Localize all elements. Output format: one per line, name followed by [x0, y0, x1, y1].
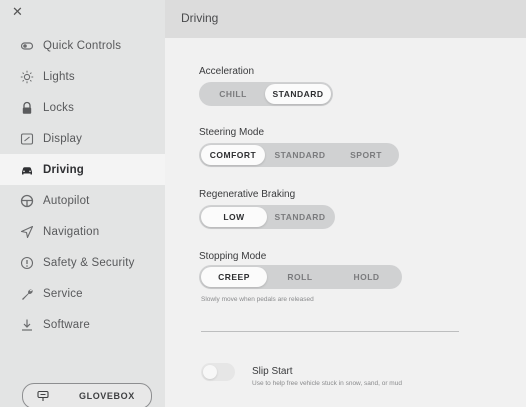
sidebar-item-label: Display: [43, 132, 83, 145]
wrench-icon: [20, 287, 34, 301]
sidebar-item-label: Navigation: [43, 225, 100, 238]
sidebar-item-label: Software: [43, 318, 90, 331]
regen-braking-label: Regenerative Braking: [199, 189, 296, 200]
stopping-mode-selector: CREEP ROLL HOLD: [199, 265, 402, 289]
slip-start-toggle[interactable]: [201, 363, 235, 381]
sidebar-item-lights[interactable]: Lights: [0, 61, 165, 92]
steering-mode-selector: COMFORT STANDARD SPORT: [199, 143, 399, 167]
slip-start-title: Slip Start: [252, 366, 293, 377]
steering-option-sport[interactable]: SPORT: [335, 145, 397, 165]
sidebar-item-service[interactable]: Service: [0, 278, 165, 309]
lock-icon: [20, 101, 34, 115]
close-icon[interactable]: ✕: [12, 5, 23, 18]
acceleration-option-standard[interactable]: STANDARD: [265, 84, 331, 104]
sidebar-item-label: Service: [43, 287, 83, 300]
acceleration-selector: CHILL STANDARD: [199, 82, 333, 106]
steering-wheel-icon: [20, 194, 34, 208]
settings-sidebar: ✕ Quick Controls Lights Locks Display Dr…: [0, 0, 165, 407]
steering-mode-label: Steering Mode: [199, 127, 265, 138]
sidebar-item-label: Locks: [43, 101, 75, 114]
sidebar-item-display[interactable]: Display: [0, 123, 165, 154]
sidebar-item-software[interactable]: Software: [0, 309, 165, 340]
settings-nav: Quick Controls Lights Locks Display Driv…: [0, 30, 165, 340]
sidebar-item-locks[interactable]: Locks: [0, 92, 165, 123]
driving-settings-panel: Driving Acceleration CHILL STANDARD Stee…: [165, 0, 526, 407]
page-title: Driving: [181, 11, 219, 25]
sun-icon: [20, 70, 34, 84]
regen-option-standard[interactable]: STANDARD: [267, 207, 333, 227]
acceleration-label: Acceleration: [199, 66, 255, 77]
steering-option-comfort[interactable]: COMFORT: [201, 145, 265, 165]
title-bar: Driving: [165, 0, 526, 38]
section-divider: [201, 331, 459, 332]
sidebar-item-label: Lights: [43, 70, 75, 83]
glovebox-button[interactable]: GLOVEBOX: [22, 383, 152, 407]
slip-start-description: Use to help free vehicle stuck in snow, …: [252, 380, 402, 387]
toggle-knob: [203, 365, 217, 379]
stopping-mode-label: Stopping Mode: [199, 251, 267, 262]
stopping-mode-hint: Slowly move when pedals are released: [201, 296, 314, 303]
sidebar-item-driving[interactable]: Driving: [0, 154, 165, 185]
sidebar-item-quick-controls[interactable]: Quick Controls: [0, 30, 165, 61]
stopping-option-roll[interactable]: ROLL: [267, 267, 333, 287]
sidebar-item-label: Driving: [43, 163, 85, 176]
navigation-arrow-icon: [20, 225, 34, 239]
info-circle-icon: [20, 256, 34, 270]
sidebar-item-label: Autopilot: [43, 194, 90, 207]
quick-controls-icon: [20, 39, 34, 53]
steering-option-standard[interactable]: STANDARD: [265, 145, 335, 165]
car-icon: [20, 163, 34, 177]
regen-option-low[interactable]: LOW: [201, 207, 267, 227]
sidebar-item-label: Safety & Security: [43, 256, 135, 269]
glovebox-label: GLOVEBOX: [79, 391, 135, 401]
download-icon: [20, 318, 34, 332]
sidebar-item-autopilot[interactable]: Autopilot: [0, 185, 165, 216]
sidebar-item-navigation[interactable]: Navigation: [0, 216, 165, 247]
acceleration-option-chill[interactable]: CHILL: [201, 84, 265, 104]
glovebox-icon: [37, 390, 49, 402]
regen-braking-selector: LOW STANDARD: [199, 205, 335, 229]
sidebar-item-safety-security[interactable]: Safety & Security: [0, 247, 165, 278]
display-icon: [20, 132, 34, 146]
stopping-option-creep[interactable]: CREEP: [201, 267, 267, 287]
stopping-option-hold[interactable]: HOLD: [333, 267, 400, 287]
sidebar-item-label: Quick Controls: [43, 39, 122, 52]
